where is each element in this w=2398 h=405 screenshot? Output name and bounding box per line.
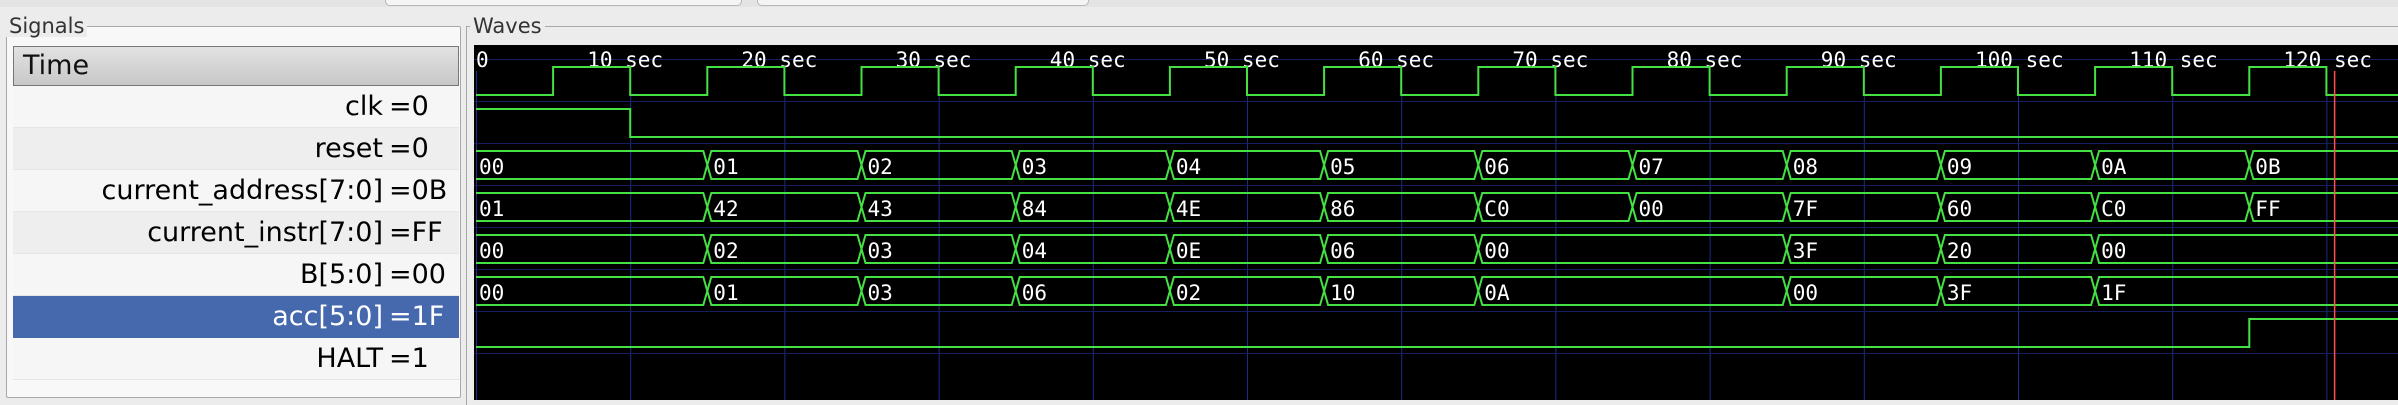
bus-value-label: 07: [1639, 155, 1664, 179]
ruler-tick-label: 50 sec: [1204, 48, 1280, 72]
ruler-tick-label: 90 sec: [1821, 48, 1897, 72]
bus-value-label: 0A: [1484, 281, 1510, 305]
bus-value-label: 09: [1947, 155, 1972, 179]
toolbar-field[interactable]: [385, 0, 742, 6]
ruler-tick-label: 0: [476, 48, 489, 72]
bus-value-label: 00: [479, 155, 504, 179]
bus-value-label: 7F: [1793, 197, 1818, 221]
bus-value-label: 04: [1022, 239, 1047, 263]
signals-pane: Time clk =0 reset =0 current_address[7:0] =0B…: [6, 26, 461, 398]
bus-value-label: 03: [868, 281, 893, 305]
ruler-tick-label: 120 sec: [2283, 48, 2372, 72]
signal-row[interactable]: current_instr[7:0] =FF: [13, 212, 459, 254]
bus-value-label: 05: [1330, 155, 1355, 179]
signal-row[interactable]: reset =0: [13, 128, 459, 170]
bus-value-label: 00: [479, 239, 504, 263]
signal-row[interactable]: acc[5:0] =1F: [13, 296, 459, 338]
bus-value-label: 86: [1330, 197, 1355, 221]
bus-value-label: 10: [1330, 281, 1355, 305]
signal-value: =0B: [389, 175, 448, 206]
ruler-tick-label: 80 sec: [1667, 48, 1743, 72]
bus-value-label: 20: [1947, 239, 1972, 263]
signal-name: B[5:0]: [299, 259, 383, 290]
signal-value: =FF: [389, 217, 443, 248]
signal-value: =1F: [389, 301, 445, 332]
bus-value-label: C0: [1484, 197, 1509, 221]
signal-name: clk: [345, 91, 383, 122]
signal-value: =0: [389, 91, 429, 122]
signals-pane-title: Signals: [6, 15, 88, 37]
signal-row[interactable]: clk =0: [13, 86, 459, 128]
signal-row[interactable]: B[5:0] =00: [13, 254, 459, 296]
bus-value-label: 00: [1639, 197, 1664, 221]
signal-row[interactable]: HALT =1: [13, 338, 459, 380]
ruler-tick-label: 30 sec: [896, 48, 972, 72]
bus-value-label: 00: [2101, 239, 2126, 263]
bus-value-label: 60: [1947, 197, 1972, 221]
bus-value-label: 02: [1176, 281, 1201, 305]
bus-value-label: 02: [713, 239, 738, 263]
bus-value-label: 06: [1484, 155, 1509, 179]
bus-value-label: 42: [713, 197, 738, 221]
top-toolbar-strip: [0, 0, 2398, 7]
waves-pane-title: Waves: [470, 15, 545, 37]
ruler-tick-label: 70 sec: [1512, 48, 1588, 72]
bus-value-label: 03: [868, 239, 893, 263]
bus-value-label: 1F: [2101, 281, 2126, 305]
signal-row[interactable]: current_address[7:0] =0B: [13, 170, 459, 212]
signal-value: =0: [389, 133, 429, 164]
bus-value-label: FF: [2255, 197, 2280, 221]
ruler-tick-label: 20 sec: [741, 48, 817, 72]
bus-value-label: 4E: [1176, 197, 1201, 221]
signal-value: =00: [389, 259, 446, 290]
bus-value-label: 02: [868, 155, 893, 179]
ruler-tick-label: 10 sec: [587, 48, 663, 72]
ruler-tick-label: 110 sec: [2129, 48, 2218, 72]
time-column-header[interactable]: Time: [13, 46, 459, 86]
bus-value-label: 03: [1022, 155, 1047, 179]
ruler-tick-label: 40 sec: [1050, 48, 1126, 72]
ruler-tick-label: 100 sec: [1975, 48, 2064, 72]
signal-name: acc[5:0]: [272, 301, 383, 332]
bus-value-label: 06: [1022, 281, 1047, 305]
bus-value-label: 00: [1793, 281, 1818, 305]
toolbar-field[interactable]: [757, 0, 1089, 6]
signal-name: current_instr[7:0]: [147, 217, 383, 248]
bus-value-label: 06: [1330, 239, 1355, 263]
bus-value-label: 08: [1793, 155, 1818, 179]
bus-value-label: 0B: [2255, 155, 2280, 179]
signal-name: HALT: [316, 343, 383, 374]
bus-value-label: 00: [1484, 239, 1509, 263]
bus-value-label: 0E: [1176, 239, 1201, 263]
bus-value-label: 0A: [2101, 155, 2127, 179]
signal-value: =1: [389, 343, 429, 374]
bus-value-label: 00: [479, 281, 504, 305]
waveform-canvas[interactable]: 0 10 sec 20 sec 30 sec 40 sec 50 sec 60 sec 70 …: [474, 45, 2398, 400]
bus-value-label: 43: [868, 197, 893, 221]
bus-value-label: 84: [1022, 197, 1047, 221]
bus-value-label: C0: [2101, 197, 2126, 221]
bus-value-label: 3F: [1793, 239, 1818, 263]
ruler-tick-label: 60 sec: [1358, 48, 1434, 72]
bus-value-label: 01: [713, 155, 738, 179]
bus-value-label: 3F: [1947, 281, 1972, 305]
bus-value-label: 04: [1176, 155, 1201, 179]
bus-value-label: 01: [479, 197, 504, 221]
bus-value-label: 01: [713, 281, 738, 305]
signal-name: current_address[7:0]: [101, 175, 384, 206]
signal-name: reset: [314, 133, 383, 164]
